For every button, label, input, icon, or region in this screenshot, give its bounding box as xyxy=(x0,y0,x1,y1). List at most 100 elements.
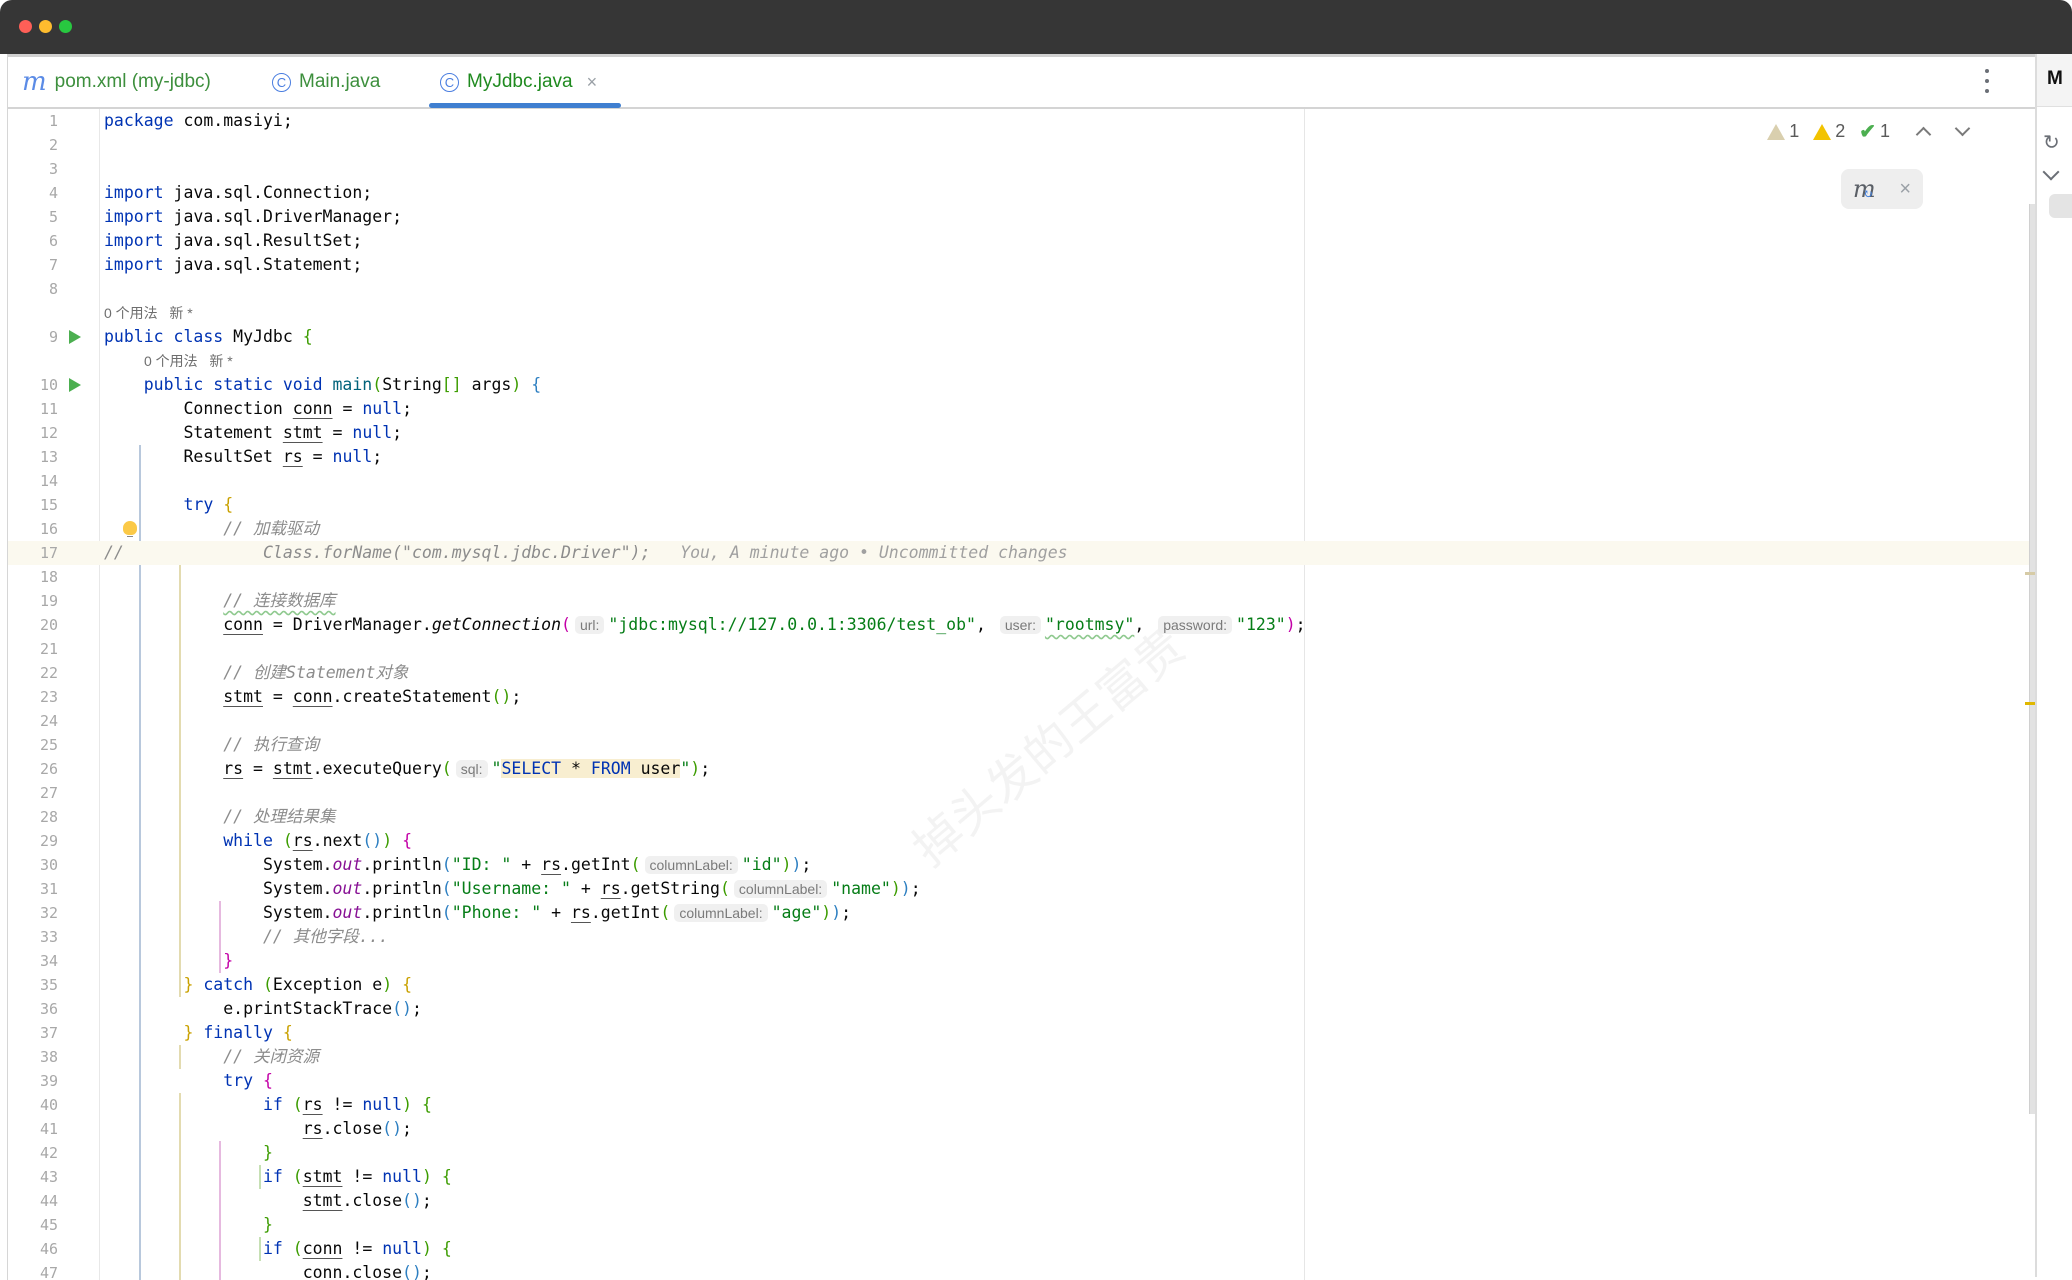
title-bar xyxy=(0,0,2072,54)
minimize-window-button[interactable] xyxy=(39,20,52,33)
line-number: 24 xyxy=(39,712,58,730)
code-text[interactable]: // 其他字段... xyxy=(104,925,389,949)
code-text[interactable]: if (stmt != null) { xyxy=(104,1165,452,1189)
maven-reload-popup: m × xyxy=(1841,169,1923,209)
code-text[interactable]: } xyxy=(104,1213,273,1237)
close-tab-icon[interactable]: × xyxy=(587,72,598,93)
code-text[interactable]: if (conn != null) { xyxy=(104,1237,452,1261)
run-icon[interactable] xyxy=(69,330,81,344)
line-number: 22 xyxy=(39,664,58,682)
line-number: 32 xyxy=(39,904,58,922)
refresh-icon[interactable]: ↻ xyxy=(2043,130,2060,155)
code-text[interactable]: stmt.close(); xyxy=(104,1189,432,1213)
code-text[interactable]: // 处理结果集 xyxy=(104,805,335,829)
code-text[interactable]: while (rs.next()) { xyxy=(104,829,412,853)
code-line: 25 // 执行查询 xyxy=(8,733,2038,757)
code-text[interactable]: try { xyxy=(104,493,233,517)
code-text[interactable]: rs = stmt.executeQuery(sql: "SELECT * FRO… xyxy=(104,757,710,781)
code-line: 42 } xyxy=(8,1141,2038,1165)
code-text[interactable]: conn.close(); xyxy=(104,1261,432,1280)
code-editor[interactable]: 掉头发的王富贵 1 package com.masiyi; 2 3 4 import… xyxy=(8,109,2038,1280)
editor-tab-bar: m pom.xml (my-jdbc) C Main.java C MyJdbc… xyxy=(8,57,2038,109)
code-text[interactable]: // 加载驱动 xyxy=(104,517,319,541)
line-number: 39 xyxy=(39,1072,58,1090)
code-text[interactable]: ResultSet rs = null; xyxy=(104,445,382,469)
line-number: 3 xyxy=(48,160,58,178)
maven-tool-window-header[interactable]: M xyxy=(2037,54,2072,107)
line-number: 7 xyxy=(48,256,58,274)
line-number: 45 xyxy=(39,1216,58,1234)
line-number: 13 xyxy=(39,448,58,466)
close-popup-icon[interactable]: × xyxy=(1899,178,1911,201)
code-text[interactable]: e.printStackTrace(); xyxy=(104,997,422,1021)
line-number: 30 xyxy=(39,856,58,874)
code-text[interactable]: stmt = conn.createStatement(); xyxy=(104,685,521,709)
line-number: 46 xyxy=(39,1240,58,1258)
line-number: 33 xyxy=(39,928,58,946)
tab-label: pom.xml (my-jdbc) xyxy=(54,71,211,92)
tab-pom-xml[interactable]: m pom.xml (my-jdbc) xyxy=(22,57,211,107)
code-text[interactable]: System.out.println("Phone: " + rs.getInt… xyxy=(104,901,851,925)
line-number: 14 xyxy=(39,472,58,490)
code-text[interactable]: conn = DriverManager.getConnection(url: "… xyxy=(104,613,1306,637)
code-text[interactable]: } xyxy=(104,1141,273,1165)
line-number: 36 xyxy=(39,1000,58,1018)
code-text[interactable]: } xyxy=(104,949,233,973)
code-text[interactable]: import java.sql.ResultSet; xyxy=(104,229,362,253)
code-text[interactable]: public class MyJdbc { xyxy=(104,325,313,349)
weak-warning-icon xyxy=(1767,123,1786,140)
line-number: 27 xyxy=(39,784,58,802)
code-text[interactable]: } catch (Exception e) { xyxy=(104,973,412,997)
usages-annotation[interactable]: 0 个用法 新 * xyxy=(144,349,233,373)
usages-annotation[interactable]: 0 个用法 新 * xyxy=(104,301,193,325)
code-text[interactable]: rs.close(); xyxy=(104,1117,412,1141)
line-number: 18 xyxy=(39,568,58,586)
weak-warnings-indicator[interactable]: 1 xyxy=(1767,121,1799,142)
code-text[interactable]: import java.sql.Statement; xyxy=(104,253,362,277)
code-line: 20 conn = DriverManager.getConnection(ur… xyxy=(8,613,2038,637)
code-text[interactable]: } finally { xyxy=(104,1021,292,1045)
tab-label: MyJdbc.java xyxy=(467,71,573,92)
code-line: 24 xyxy=(8,709,2038,733)
maven-reload-icon[interactable]: m xyxy=(1853,175,1876,203)
code-text[interactable]: // Class.forName("com.mysql.jdbc.Driver"… xyxy=(104,541,1068,565)
code-line: 22 // 创建Statement对象 xyxy=(8,661,2038,685)
inspections-widget[interactable]: 1 2 ✔ 1 xyxy=(1767,119,1971,144)
code-text[interactable]: public static void main(String[] args) { xyxy=(104,373,541,397)
line-number: 21 xyxy=(39,640,58,658)
code-text[interactable]: // 创建Statement对象 xyxy=(104,661,408,685)
panel-toolbar-button[interactable] xyxy=(2049,194,2072,218)
git-blame-annotation[interactable]: You, A minute ago • Uncommitted changes xyxy=(680,543,1067,562)
next-highlight-button[interactable] xyxy=(1954,120,1971,137)
line-number: 8 xyxy=(48,280,58,298)
tab-myjdbc-java[interactable]: C MyJdbc.java × xyxy=(440,57,597,107)
more-options-icon[interactable] xyxy=(1984,69,1990,93)
code-line: 36 e.printStackTrace(); xyxy=(8,997,2038,1021)
code-text[interactable]: // 关闭资源 xyxy=(104,1045,319,1069)
code-text[interactable]: Connection conn = null; xyxy=(104,397,412,421)
code-text[interactable]: // 执行查询 xyxy=(104,733,319,757)
code-text[interactable]: System.out.println("Username: " + rs.get… xyxy=(104,877,921,901)
chevron-down-icon[interactable] xyxy=(2042,163,2060,181)
code-text[interactable]: System.out.println("ID: " + rs.getInt(co… xyxy=(104,853,811,877)
line-number: 35 xyxy=(39,976,58,994)
line-number: 31 xyxy=(39,880,58,898)
previous-highlight-button[interactable] xyxy=(1915,126,1932,143)
code-text[interactable]: if (rs != null) { xyxy=(104,1093,432,1117)
code-line: 30 System.out.println("ID: " + rs.getInt… xyxy=(8,853,2038,877)
maximize-window-button[interactable] xyxy=(59,20,72,33)
tab-main-java[interactable]: C Main.java xyxy=(272,57,380,107)
code-text[interactable]: Statement stmt = null; xyxy=(104,421,402,445)
code-text[interactable]: // 连接数据库 xyxy=(104,589,335,613)
code-text[interactable]: import java.sql.Connection; xyxy=(104,181,372,205)
code-line: 18 xyxy=(8,565,2038,589)
warnings-indicator[interactable]: 2 xyxy=(1813,121,1845,142)
code-text[interactable]: try { xyxy=(104,1069,273,1093)
maven-icon: m xyxy=(22,67,47,97)
close-window-button[interactable] xyxy=(19,20,32,33)
code-text[interactable]: package com.masiyi; xyxy=(104,109,293,133)
typos-indicator[interactable]: ✔ 1 xyxy=(1859,119,1890,144)
run-icon[interactable] xyxy=(69,378,81,392)
code-line: 11 Connection conn = null; xyxy=(8,397,2038,421)
code-text[interactable]: import java.sql.DriverManager; xyxy=(104,205,402,229)
